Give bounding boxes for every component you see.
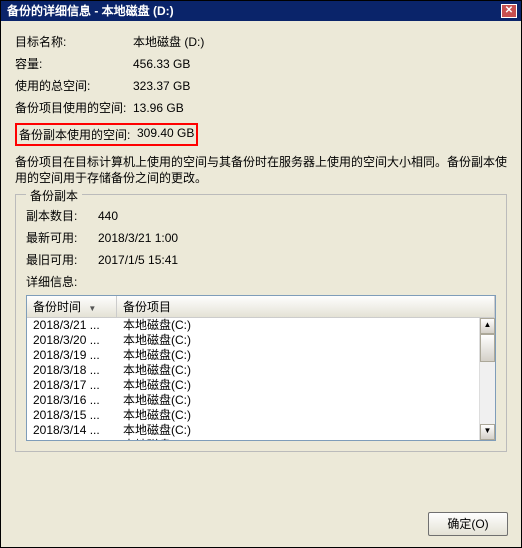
total-used-label: 使用的总空间: (15, 77, 133, 95)
footer: 确定(O) (428, 512, 508, 536)
cell-time: 2018/3/18 ... (33, 363, 123, 378)
scrollbar[interactable]: ▲ ▼ (479, 318, 495, 440)
table-row[interactable]: 2018/3/20 ...本地磁盘(C:) (27, 333, 495, 348)
close-icon[interactable]: ✕ (501, 4, 517, 18)
capacity-value: 456.33 GB (133, 55, 507, 73)
newest-label: 最新可用: (26, 229, 98, 247)
total-used-value: 323.37 GB (133, 77, 507, 95)
cell-item: 本地磁盘(C:) (123, 408, 489, 423)
backup-item-used-row: 备份项目使用的空间: 13.96 GB (15, 99, 507, 117)
table-row[interactable]: 2018/3/17 ...本地磁盘(C:) (27, 378, 495, 393)
oldest-label: 最旧可用: (26, 251, 98, 269)
table-row[interactable]: 2018/3/18 ...本地磁盘(C:) (27, 363, 495, 378)
backup-item-used-value: 13.96 GB (133, 99, 507, 117)
cell-time: 2018/3/13 ... (33, 438, 123, 440)
copy-count-label: 副本数目: (26, 207, 98, 225)
scroll-thumb[interactable] (480, 334, 495, 362)
table-row[interactable]: 2018/3/21 ...本地磁盘(C:) (27, 318, 495, 333)
newest-row: 最新可用: 2018/3/21 1:00 (26, 229, 496, 247)
table-row[interactable]: 2018/3/15 ...本地磁盘(C:) (27, 408, 495, 423)
copy-count-value: 440 (98, 207, 118, 225)
cell-item: 本地磁盘(C:) (123, 423, 489, 438)
cell-item: 本地磁盘(C:) (123, 318, 489, 333)
cell-time: 2018/3/19 ... (33, 348, 123, 363)
cell-time: 2018/3/14 ... (33, 423, 123, 438)
titlebar: 备份的详细信息 - 本地磁盘 (D:) ✕ (1, 1, 521, 21)
column-header-item[interactable]: 备份项目 (117, 296, 495, 317)
backup-item-used-label: 备份项目使用的空间: (15, 99, 133, 117)
newest-value: 2018/3/21 1:00 (98, 229, 178, 247)
capacity-label: 容量: (15, 55, 133, 73)
cell-item: 本地磁盘(C:) (123, 348, 489, 363)
total-used-row: 使用的总空间: 323.37 GB (15, 77, 507, 95)
cell-time: 2018/3/21 ... (33, 318, 123, 333)
groupbox-title: 备份副本 (26, 187, 82, 204)
oldest-row: 最旧可用: 2017/1/5 15:41 (26, 251, 496, 269)
backup-copy-used-value: 309.40 GB (137, 126, 194, 143)
cell-time: 2018/3/17 ... (33, 378, 123, 393)
scroll-down-icon[interactable]: ▼ (480, 424, 495, 440)
backup-copy-used-label: 备份副本使用的空间: (19, 126, 137, 143)
window-title: 备份的详细信息 - 本地磁盘 (D:) (7, 1, 174, 21)
scroll-up-icon[interactable]: ▲ (480, 318, 495, 334)
copy-count-row: 副本数目: 440 (26, 207, 496, 225)
scroll-track[interactable] (480, 334, 495, 424)
column-header-item-label: 备份项目 (123, 300, 171, 314)
cell-time: 2018/3/15 ... (33, 408, 123, 423)
table-row[interactable]: 2018/3/16 ...本地磁盘(C:) (27, 393, 495, 408)
capacity-row: 容量: 456.33 GB (15, 55, 507, 73)
target-name-label: 目标名称: (15, 33, 133, 51)
column-header-time-label: 备份时间 (33, 300, 81, 314)
table-row[interactable]: 2018/3/13 ...本地磁盘(C:) (27, 438, 495, 440)
cell-item: 本地磁盘(C:) (123, 333, 489, 348)
cell-item: 本地磁盘(C:) (123, 378, 489, 393)
sort-desc-icon: ▼ (88, 304, 96, 313)
cell-time: 2018/3/16 ... (33, 393, 123, 408)
table-row[interactable]: 2018/3/14 ...本地磁盘(C:) (27, 423, 495, 438)
ok-button[interactable]: 确定(O) (428, 512, 508, 536)
target-name-row: 目标名称: 本地磁盘 (D:) (15, 33, 507, 51)
content-area: 目标名称: 本地磁盘 (D:) 容量: 456.33 GB 使用的总空间: 32… (1, 21, 521, 464)
table-header: 备份时间 ▼ 备份项目 (27, 296, 495, 318)
cell-item: 本地磁盘(C:) (123, 393, 489, 408)
backup-table: 备份时间 ▼ 备份项目 2018/3/21 ...本地磁盘(C:)2018/3/… (26, 295, 496, 441)
table-body: 2018/3/21 ...本地磁盘(C:)2018/3/20 ...本地磁盘(C… (27, 318, 495, 440)
backup-copy-used-highlight: 备份副本使用的空间: 309.40 GB (15, 123, 198, 146)
table-row[interactable]: 2018/3/19 ...本地磁盘(C:) (27, 348, 495, 363)
note-text: 备份项目在目标计算机上使用的空间与其备份时在服务器上使用的空间大小相同。备份副本… (15, 154, 507, 186)
column-header-time[interactable]: 备份时间 ▼ (27, 296, 117, 317)
cell-item: 本地磁盘(C:) (123, 363, 489, 378)
details-row: 详细信息: (26, 273, 496, 291)
cell-item: 本地磁盘(C:) (123, 438, 489, 440)
target-name-value: 本地磁盘 (D:) (133, 33, 507, 51)
oldest-value: 2017/1/5 15:41 (98, 251, 178, 269)
backup-copies-group: 备份副本 副本数目: 440 最新可用: 2018/3/21 1:00 最旧可用… (15, 194, 507, 452)
cell-time: 2018/3/20 ... (33, 333, 123, 348)
details-label: 详细信息: (26, 273, 98, 291)
